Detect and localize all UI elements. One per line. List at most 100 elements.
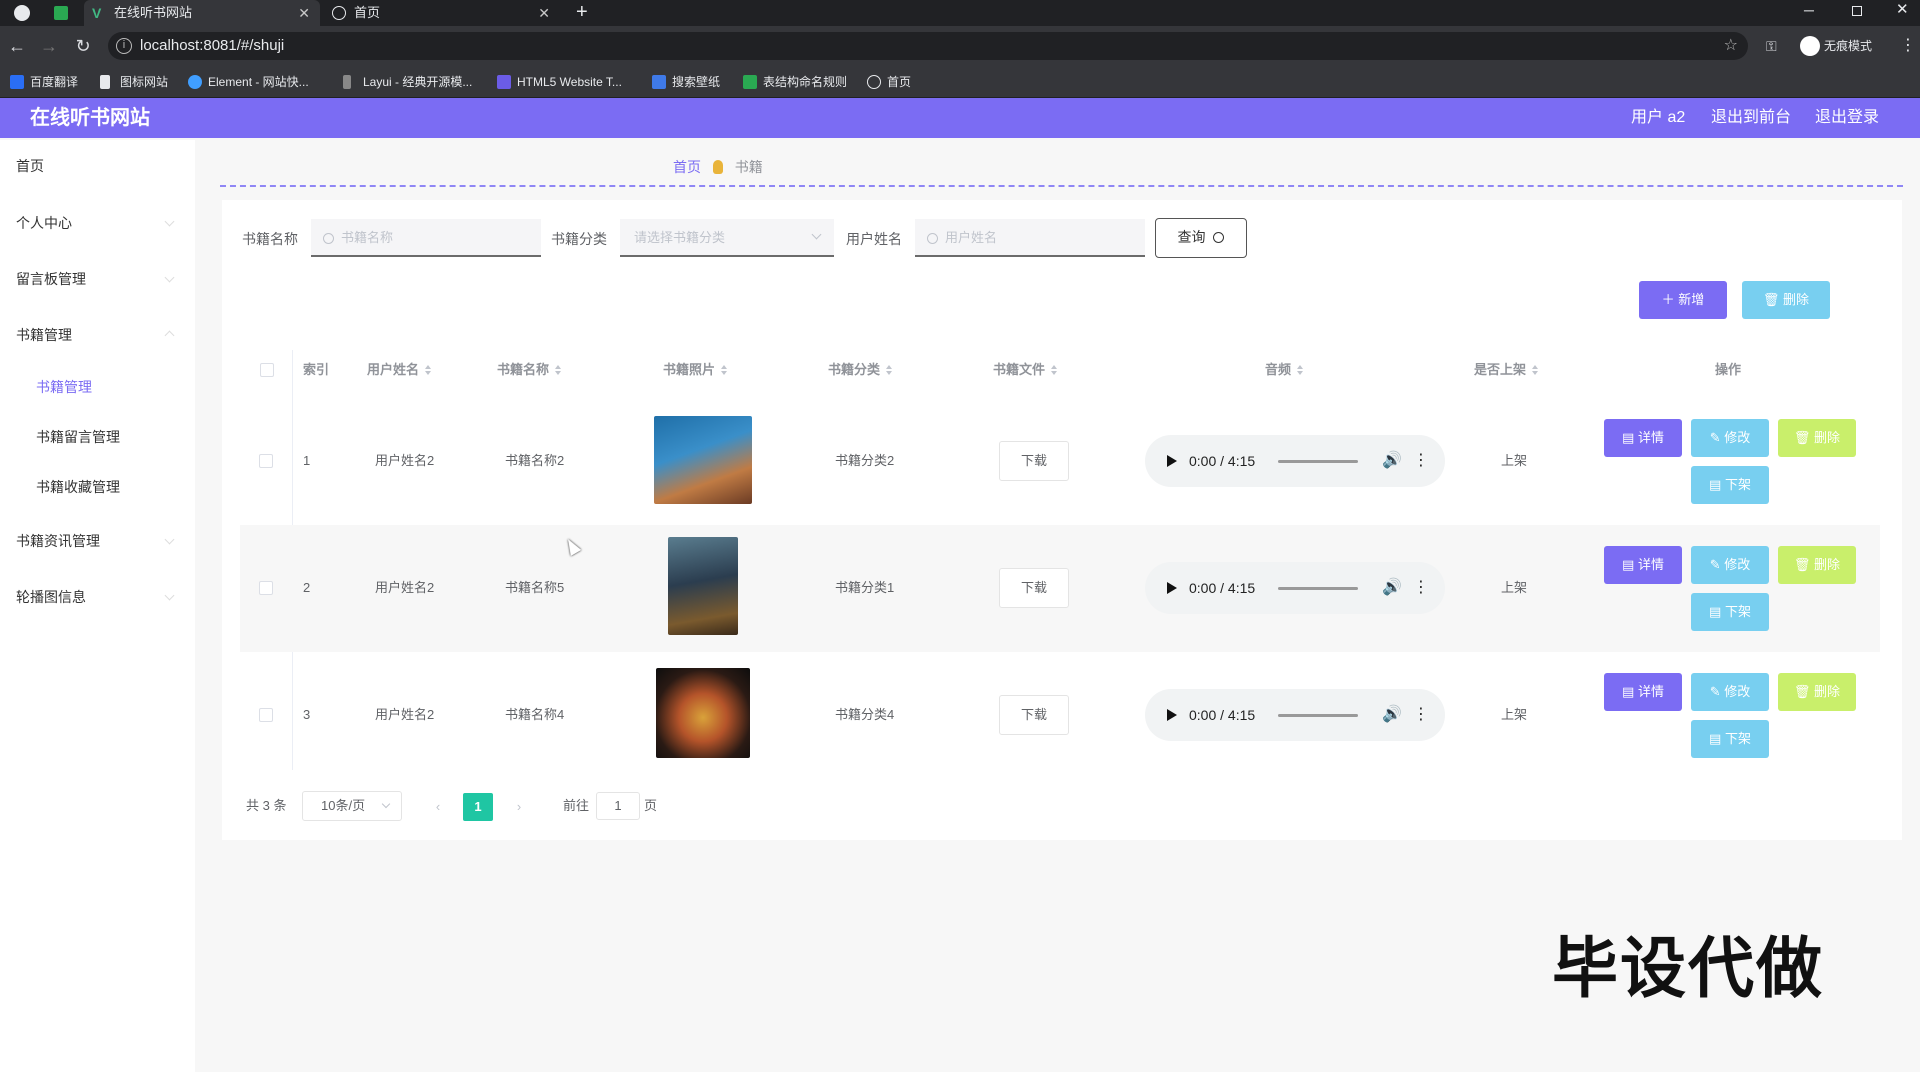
audio-progress-slider[interactable] bbox=[1278, 460, 1358, 463]
download-button[interactable]: 下载 bbox=[999, 695, 1069, 735]
sidebar-item-book-news[interactable]: 书籍资讯管理 bbox=[16, 531, 100, 551]
sidebar-subitem-books[interactable]: 书籍管理 bbox=[36, 377, 92, 397]
sort-icon[interactable] bbox=[1297, 365, 1304, 375]
detail-button[interactable]: ▤ 详情 bbox=[1604, 546, 1682, 584]
bookmark-html5[interactable]: HTML5 Website T... bbox=[497, 66, 622, 98]
edit-button[interactable]: ✎ 修改 bbox=[1691, 419, 1769, 457]
forward-icon[interactable]: → bbox=[38, 35, 60, 57]
column-header-book-file[interactable]: 书籍文件 bbox=[993, 350, 1058, 390]
off-shelf-button[interactable]: ▤ 下架 bbox=[1691, 593, 1769, 631]
tab-home[interactable]: 首页 ✕ bbox=[324, 0, 560, 26]
close-window-icon[interactable]: ✕ bbox=[1896, 0, 1909, 20]
bookmark-wallpaper[interactable]: 搜索壁纸 bbox=[652, 66, 720, 98]
volume-icon[interactable]: 🔊 bbox=[1382, 703, 1402, 727]
book-name-input[interactable]: 书籍名称 bbox=[311, 219, 541, 257]
sort-icon[interactable] bbox=[1532, 365, 1539, 375]
page-size-select[interactable]: 10条/页 bbox=[302, 791, 402, 821]
incognito-indicator[interactable]: 无痕模式 bbox=[1800, 36, 1872, 56]
site-brand[interactable]: 在线听书网站 bbox=[30, 98, 150, 138]
play-icon[interactable] bbox=[1167, 455, 1177, 467]
off-shelf-button[interactable]: ▤ 下架 bbox=[1691, 466, 1769, 504]
more-options-icon[interactable]: ⋮ bbox=[1413, 449, 1429, 473]
volume-icon[interactable]: 🔊 bbox=[1382, 449, 1402, 473]
next-page-icon[interactable]: › bbox=[504, 793, 534, 821]
delete-button[interactable]: 🗑 删除 bbox=[1778, 673, 1856, 711]
tab-online-audiobook[interactable]: V 在线听书网站 ✕ bbox=[84, 0, 320, 26]
browser-menu-icon[interactable] bbox=[14, 5, 30, 21]
query-button[interactable]: 查询 bbox=[1155, 218, 1247, 258]
book-cover-image[interactable] bbox=[656, 668, 750, 758]
reload-icon[interactable]: ↻ bbox=[72, 35, 94, 57]
restore-icon[interactable] bbox=[1852, 6, 1862, 16]
book-category-select[interactable]: 请选择书籍分类 bbox=[620, 219, 834, 257]
prev-page-icon[interactable]: ‹ bbox=[423, 793, 453, 821]
edit-button[interactable]: ✎ 修改 bbox=[1691, 673, 1769, 711]
sort-icon[interactable] bbox=[1051, 365, 1058, 375]
download-button[interactable]: 下载 bbox=[999, 568, 1069, 608]
off-shelf-button[interactable]: ▤ 下架 bbox=[1691, 720, 1769, 758]
row-checkbox[interactable] bbox=[259, 454, 273, 468]
delete-button[interactable]: 🗑 删除 bbox=[1778, 546, 1856, 584]
column-header-username[interactable]: 用户姓名 bbox=[367, 350, 432, 390]
book-cover-image[interactable] bbox=[668, 537, 738, 635]
bookmark-star-icon[interactable]: ☆ bbox=[1724, 32, 1738, 60]
column-header-book-name[interactable]: 书籍名称 bbox=[497, 350, 562, 390]
audio-progress-slider[interactable] bbox=[1278, 587, 1358, 590]
audio-player[interactable]: 0:00 / 4:15 🔊 ⋮ bbox=[1145, 435, 1445, 487]
page-number-current[interactable]: 1 bbox=[463, 793, 493, 821]
row-checkbox[interactable] bbox=[259, 581, 273, 595]
sort-icon[interactable] bbox=[425, 365, 432, 375]
browser-menu-dots-icon[interactable]: ⋮ bbox=[1900, 36, 1916, 56]
new-tab-icon[interactable]: + bbox=[576, 0, 588, 24]
audio-progress-slider[interactable] bbox=[1278, 714, 1358, 717]
bookmark-home[interactable]: 首页 bbox=[867, 66, 911, 98]
exit-to-front-link[interactable]: 退出到前台 bbox=[1711, 98, 1791, 138]
row-checkbox[interactable] bbox=[259, 708, 273, 722]
back-icon[interactable]: ← bbox=[6, 35, 28, 57]
bookmark-table-naming[interactable]: 表结构命名规则 bbox=[743, 66, 847, 98]
play-icon[interactable] bbox=[1167, 582, 1177, 594]
audio-player[interactable]: 0:00 / 4:15 🔊 ⋮ bbox=[1145, 689, 1445, 741]
edit-button[interactable]: ✎ 修改 bbox=[1691, 546, 1769, 584]
column-header-audio[interactable]: 音频 bbox=[1265, 350, 1304, 390]
sidebar-item-home[interactable]: 首页 bbox=[16, 156, 44, 176]
bookmark-baidu-translate[interactable]: 百度翻译 bbox=[10, 66, 78, 98]
audio-player[interactable]: 0:00 / 4:15 🔊 ⋮ bbox=[1145, 562, 1445, 614]
book-cover-image[interactable] bbox=[654, 416, 752, 504]
bookmark-icon-site[interactable]: 图标网站 bbox=[100, 66, 168, 98]
sidebar-subitem-book-comments[interactable]: 书籍留言管理 bbox=[36, 427, 120, 447]
sidebar-item-personal-center[interactable]: 个人中心 bbox=[16, 213, 72, 233]
app-favicon[interactable] bbox=[54, 6, 68, 20]
download-button[interactable]: 下载 bbox=[999, 441, 1069, 481]
key-icon[interactable]: ⚿ bbox=[1766, 36, 1777, 56]
play-icon[interactable] bbox=[1167, 709, 1177, 721]
select-all-checkbox[interactable] bbox=[260, 363, 274, 377]
close-tab-icon[interactable]: ✕ bbox=[538, 0, 550, 26]
sort-icon[interactable] bbox=[886, 365, 893, 375]
url-bar[interactable]: i localhost:8081/#/shuji ☆ bbox=[108, 32, 1748, 60]
sidebar-item-message-board[interactable]: 留言板管理 bbox=[16, 269, 86, 289]
more-options-icon[interactable]: ⋮ bbox=[1413, 703, 1429, 727]
bookmark-element[interactable]: Element - 网站快... bbox=[188, 66, 309, 98]
detail-button[interactable]: ▤ 详情 bbox=[1604, 673, 1682, 711]
sort-icon[interactable] bbox=[555, 365, 562, 375]
sidebar-subitem-book-favorites[interactable]: 书籍收藏管理 bbox=[36, 477, 120, 497]
column-header-book-photo[interactable]: 书籍照片 bbox=[663, 350, 728, 390]
delete-button[interactable]: 🗑 删除 bbox=[1778, 419, 1856, 457]
sort-icon[interactable] bbox=[721, 365, 728, 375]
site-info-icon[interactable]: i bbox=[116, 38, 132, 54]
sidebar-item-carousel[interactable]: 轮播图信息 bbox=[16, 587, 86, 607]
column-header-book-category[interactable]: 书籍分类 bbox=[828, 350, 893, 390]
logout-link[interactable]: 退出登录 bbox=[1815, 98, 1879, 138]
goto-page-input[interactable]: 1 bbox=[596, 792, 640, 820]
add-button[interactable]: ＋ 新增 bbox=[1639, 281, 1727, 319]
close-tab-icon[interactable]: ✕ bbox=[298, 0, 310, 26]
sidebar-item-book-management[interactable]: 书籍管理 bbox=[16, 325, 72, 345]
batch-delete-button[interactable]: 🗑 删除 bbox=[1742, 281, 1830, 319]
more-options-icon[interactable]: ⋮ bbox=[1413, 576, 1429, 600]
volume-icon[interactable]: 🔊 bbox=[1382, 576, 1402, 600]
username-input[interactable]: 用户姓名 bbox=[915, 219, 1145, 257]
detail-button[interactable]: ▤ 详情 bbox=[1604, 419, 1682, 457]
bookmark-layui[interactable]: Layui - 经典开源模... bbox=[343, 66, 472, 98]
column-header-on-shelf[interactable]: 是否上架 bbox=[1474, 350, 1539, 390]
